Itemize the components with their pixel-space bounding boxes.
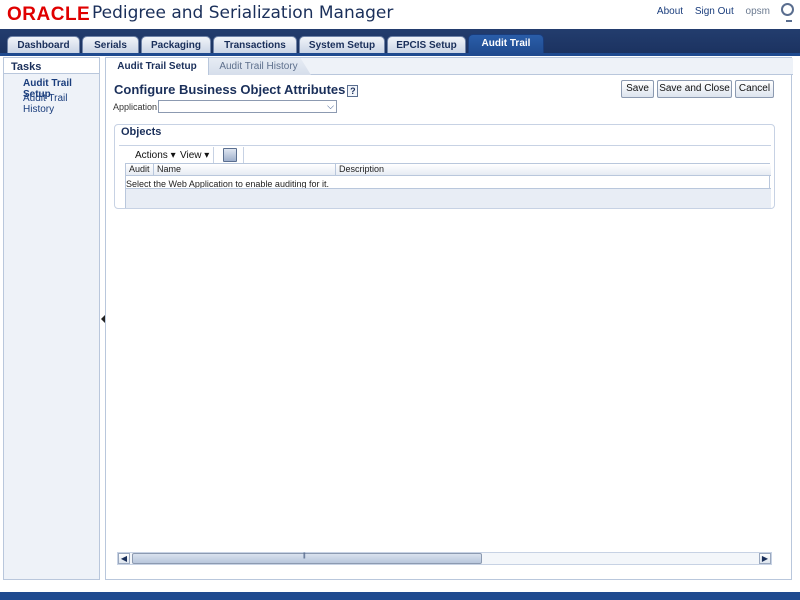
table-header: Audit Name Description bbox=[126, 164, 771, 176]
page-title-text: Configure Business Object Attributes bbox=[114, 82, 346, 97]
export-icon[interactable] bbox=[223, 148, 237, 162]
tab-transactions[interactable]: Transactions bbox=[213, 36, 297, 54]
bottom-bar bbox=[0, 592, 800, 600]
tasks-sidebar: Tasks Audit Trail Setup Audit Trail Hist… bbox=[3, 57, 100, 580]
app-title: Pedigree and Serialization Manager bbox=[92, 3, 394, 23]
objects-panel: Objects Actions ▾ View ▾ Audit Name Desc… bbox=[114, 124, 775, 209]
tab-audit-trail[interactable]: Audit Trail bbox=[468, 34, 544, 54]
subtab-audit-trail-history[interactable]: Audit Trail History bbox=[206, 58, 311, 75]
application-select[interactable]: ⌵ bbox=[158, 100, 337, 113]
chevron-down-icon[interactable]: ⌵ bbox=[327, 101, 334, 112]
status-indicator-icon bbox=[781, 3, 794, 22]
sign-out-link[interactable]: Sign Out bbox=[695, 6, 734, 17]
horizontal-scrollbar[interactable]: ◀ ▶ bbox=[117, 552, 772, 565]
main-tab-bar: Dashboard Serials Packaging Transactions… bbox=[0, 29, 800, 54]
sidebar-item-audit-trail-setup[interactable]: Audit Trail Setup bbox=[4, 74, 99, 100]
sub-tab-bar: Audit Trail History Audit Trail Setup bbox=[106, 58, 793, 75]
page-title: Configure Business Object Attributes? bbox=[114, 82, 359, 97]
oracle-logo: ORACLE bbox=[7, 4, 91, 25]
tab-epcis-setup[interactable]: EPCIS Setup bbox=[387, 36, 466, 54]
toolbar-separator bbox=[243, 147, 244, 164]
caret-down-icon: ▾ bbox=[170, 150, 176, 161]
application-label: Application bbox=[113, 102, 158, 112]
sidebar-title: Tasks bbox=[4, 58, 99, 74]
actions-label: Actions bbox=[135, 150, 168, 161]
objects-table: Audit Name Description Select the Web Ap… bbox=[125, 163, 771, 208]
caret-down-icon: ▾ bbox=[204, 150, 210, 161]
save-and-close-button[interactable]: Save and Close bbox=[657, 80, 732, 98]
save-button[interactable]: Save bbox=[621, 80, 654, 98]
cancel-button[interactable]: Cancel bbox=[735, 80, 774, 98]
scroll-right-icon[interactable]: ▶ bbox=[759, 553, 771, 564]
view-menu[interactable]: View ▾ bbox=[180, 150, 209, 161]
tab-system-setup[interactable]: System Setup bbox=[299, 36, 385, 54]
objects-divider bbox=[119, 145, 771, 146]
tab-serials[interactable]: Serials bbox=[82, 36, 139, 54]
username: opsm bbox=[745, 6, 770, 17]
objects-title: Objects bbox=[121, 126, 162, 138]
column-audit[interactable]: Audit bbox=[126, 164, 154, 175]
tab-dashboard[interactable]: Dashboard bbox=[7, 36, 80, 54]
help-icon[interactable]: ? bbox=[347, 84, 359, 97]
subtab-audit-trail-setup[interactable]: Audit Trail Setup bbox=[106, 58, 209, 75]
main-content: Audit Trail History Audit Trail Setup Co… bbox=[105, 57, 793, 580]
actions-menu[interactable]: Actions ▾ bbox=[135, 150, 176, 161]
column-name[interactable]: Name bbox=[154, 164, 336, 175]
toolbar-separator bbox=[213, 147, 214, 164]
scroll-thumb[interactable] bbox=[132, 553, 482, 564]
table-footer bbox=[126, 188, 771, 208]
sidebar-item-audit-trail-history[interactable]: Audit Trail History bbox=[4, 89, 99, 115]
scroll-left-icon[interactable]: ◀ bbox=[118, 553, 130, 564]
tab-underline bbox=[0, 53, 800, 56]
column-description[interactable]: Description bbox=[336, 164, 771, 175]
global-links: About Sign Out opsm bbox=[648, 6, 770, 17]
tab-packaging[interactable]: Packaging bbox=[141, 36, 211, 54]
about-link[interactable]: About bbox=[657, 6, 683, 17]
view-label: View bbox=[180, 150, 202, 161]
